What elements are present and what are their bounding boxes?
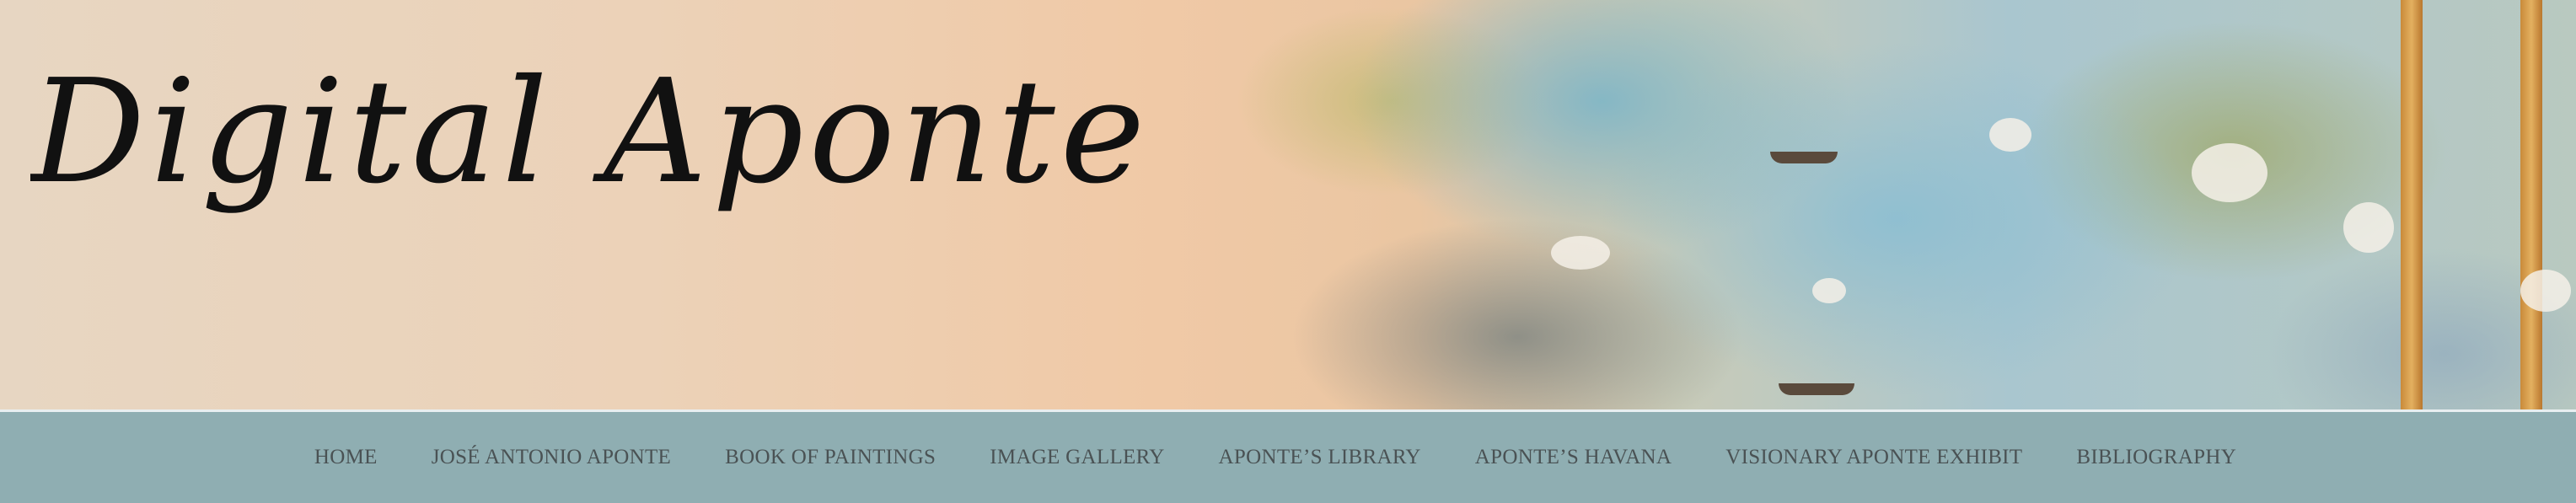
banner-decoration bbox=[1770, 152, 1838, 163]
header-banner-image: Digital Aponte bbox=[0, 0, 2576, 409]
site-logo-link[interactable]: Digital Aponte bbox=[28, 34, 1278, 261]
nav-item-jose-antonio-aponte[interactable]: JOSÉ ANTONIO APONTE bbox=[405, 446, 698, 469]
banner-decoration bbox=[1551, 236, 1610, 270]
site-logo-text: Digital Aponte bbox=[30, 49, 1150, 216]
banner-decoration bbox=[1812, 278, 1846, 303]
nav-item-apontes-havana[interactable]: APONTE’S HAVANA bbox=[1448, 446, 1699, 469]
nav-item-visionary-aponte-exhibit[interactable]: VISIONARY APONTE EXHIBIT bbox=[1699, 446, 2049, 469]
site-header: Digital Aponte HOME JOSÉ ANTONIO APONTE … bbox=[0, 0, 2576, 503]
site-logo: Digital Aponte bbox=[28, 49, 1150, 216]
banner-decoration bbox=[2520, 270, 2571, 312]
nav-item-image-gallery[interactable]: IMAGE GALLERY bbox=[963, 446, 1191, 469]
banner-decoration bbox=[1779, 383, 1854, 395]
nav-menu: HOME JOSÉ ANTONIO APONTE BOOK OF PAINTIN… bbox=[287, 446, 2263, 469]
nav-item-home[interactable]: HOME bbox=[287, 446, 405, 469]
nav-item-book-of-paintings[interactable]: BOOK OF PAINTINGS bbox=[698, 446, 963, 469]
banner-decoration bbox=[2192, 143, 2267, 202]
nav-item-apontes-library[interactable]: APONTE’S LIBRARY bbox=[1192, 446, 1448, 469]
main-navigation: HOME JOSÉ ANTONIO APONTE BOOK OF PAINTIN… bbox=[0, 412, 2576, 503]
banner-decoration bbox=[2401, 0, 2423, 409]
banner-decoration bbox=[2343, 202, 2394, 253]
banner-decoration bbox=[2520, 0, 2542, 409]
nav-item-bibliography[interactable]: BIBLIOGRAPHY bbox=[2049, 446, 2263, 469]
banner-decoration bbox=[1989, 118, 2031, 152]
